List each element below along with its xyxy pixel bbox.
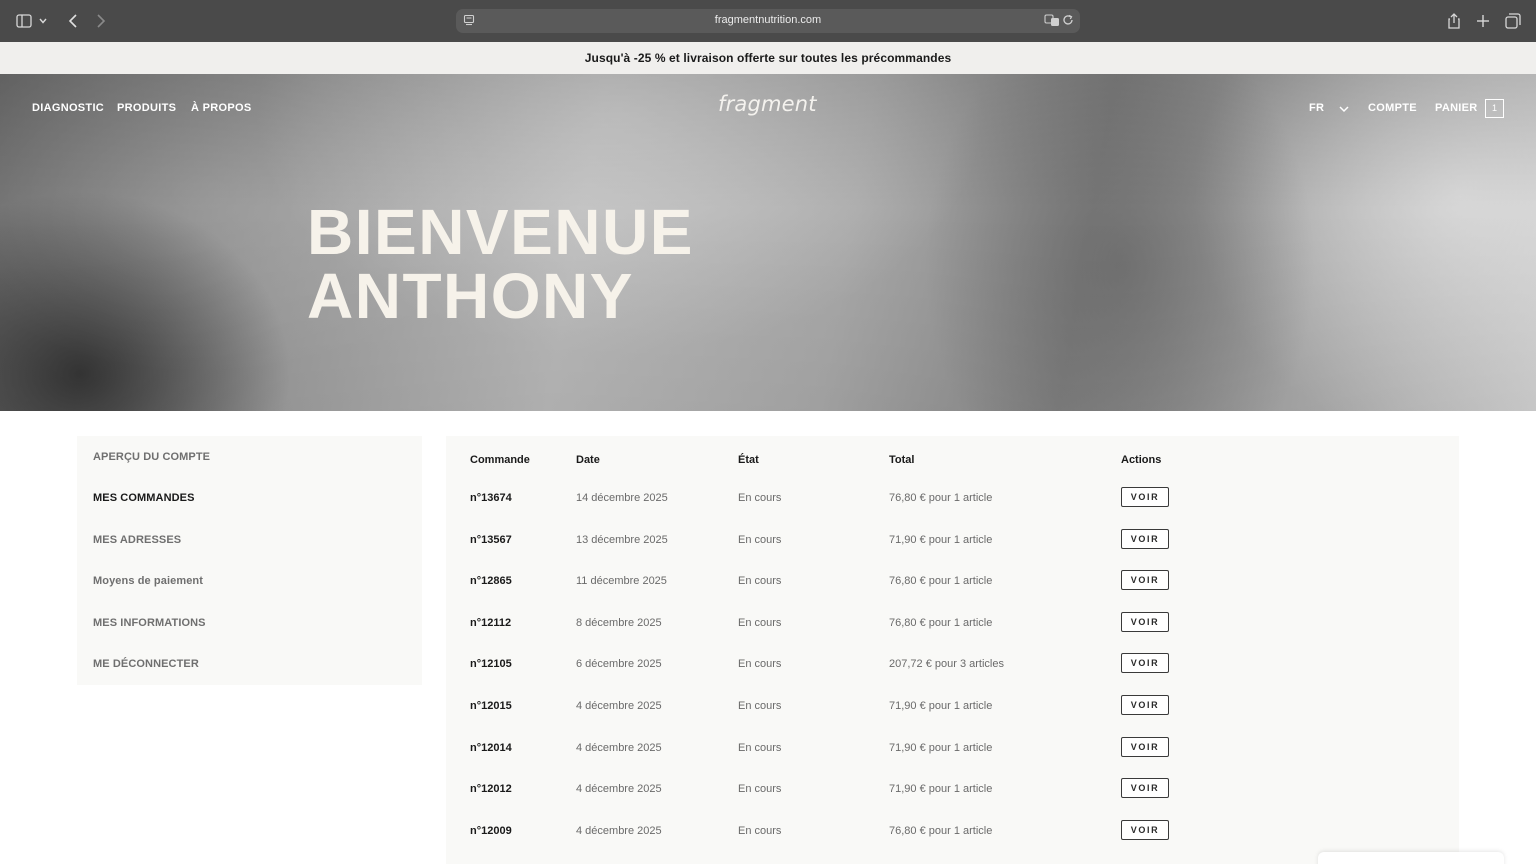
order-date: 14 décembre 2025 bbox=[576, 492, 668, 504]
order-total: 76,80 € pour 1 article bbox=[889, 617, 993, 629]
order-number[interactable]: n°12009 bbox=[470, 825, 512, 837]
orders-table: Commande Date État Total Actions n°13674… bbox=[446, 436, 1459, 864]
sidebar-icon[interactable] bbox=[14, 11, 34, 31]
order-total: 76,80 € pour 1 article bbox=[889, 825, 993, 837]
reload-icon[interactable] bbox=[1062, 13, 1078, 29]
order-total: 207,72 € pour 3 articles bbox=[889, 658, 1004, 670]
view-order-button[interactable]: VOIR bbox=[1121, 820, 1169, 840]
order-state: En cours bbox=[738, 742, 782, 754]
view-order-button[interactable]: VOIR bbox=[1121, 487, 1169, 507]
order-date: 13 décembre 2025 bbox=[576, 534, 668, 546]
address-bar[interactable]: fragmentnutrition.com bbox=[456, 9, 1080, 33]
order-total: 71,90 € pour 1 article bbox=[889, 534, 993, 546]
share-icon[interactable] bbox=[1444, 11, 1464, 31]
column-header-date: Date bbox=[576, 454, 600, 466]
view-order-button[interactable]: VOIR bbox=[1121, 653, 1169, 673]
back-icon[interactable] bbox=[63, 11, 83, 31]
chevron-down-icon[interactable] bbox=[37, 11, 49, 31]
hero-image-overlay bbox=[0, 74, 1536, 411]
view-order-button[interactable]: VOIR bbox=[1121, 737, 1169, 757]
sidebar-item-orders[interactable]: MES COMMANDES bbox=[93, 492, 195, 504]
order-total: 76,80 € pour 1 article bbox=[889, 575, 993, 587]
sidebar-item-payment-methods[interactable]: Moyens de paiement bbox=[93, 575, 203, 587]
order-state: En cours bbox=[738, 825, 782, 837]
nav-diagnostic[interactable]: DIAGNOSTIC bbox=[32, 102, 104, 114]
view-order-button[interactable]: VOIR bbox=[1121, 529, 1169, 549]
cart-link[interactable]: PANIER bbox=[1435, 102, 1478, 114]
order-state: En cours bbox=[738, 492, 782, 504]
browser-toolbar: fragmentnutrition.com bbox=[0, 0, 1536, 42]
order-number[interactable]: n°12865 bbox=[470, 575, 512, 587]
language-selector[interactable]: FR bbox=[1309, 102, 1324, 114]
column-header-total: Total bbox=[889, 454, 915, 466]
order-total: 71,90 € pour 1 article bbox=[889, 742, 993, 754]
chevron-down-icon[interactable] bbox=[1338, 102, 1350, 114]
order-date: 4 décembre 2025 bbox=[576, 742, 662, 754]
floating-widget[interactable] bbox=[1318, 852, 1504, 864]
order-date: 8 décembre 2025 bbox=[576, 617, 662, 629]
tabs-icon[interactable] bbox=[1503, 11, 1523, 31]
order-total: 76,80 € pour 1 article bbox=[889, 492, 993, 504]
sidebar-item-addresses[interactable]: MES ADRESSES bbox=[93, 534, 181, 546]
order-state: En cours bbox=[738, 617, 782, 629]
order-number[interactable]: n°12112 bbox=[470, 617, 511, 629]
new-tab-icon[interactable] bbox=[1473, 11, 1493, 31]
translate-icon[interactable] bbox=[1044, 13, 1060, 29]
order-state: En cours bbox=[738, 700, 782, 712]
nav-produits[interactable]: PRODUITS bbox=[117, 102, 176, 114]
account-link[interactable]: COMPTE bbox=[1368, 102, 1417, 114]
order-state: En cours bbox=[738, 783, 782, 795]
url-text[interactable]: fragmentnutrition.com bbox=[456, 14, 1080, 26]
order-number[interactable]: n°13674 bbox=[470, 492, 512, 504]
welcome-heading: BIENVENUE ANTHONY bbox=[307, 200, 694, 328]
column-header-actions: Actions bbox=[1121, 454, 1162, 466]
order-date: 11 décembre 2025 bbox=[576, 575, 667, 587]
order-state: En cours bbox=[738, 575, 782, 587]
order-total: 71,90 € pour 1 article bbox=[889, 700, 993, 712]
order-state: En cours bbox=[738, 658, 782, 670]
cart-count-badge[interactable]: 1 bbox=[1485, 99, 1504, 118]
welcome-line-2: ANTHONY bbox=[307, 260, 634, 332]
column-header-state: État bbox=[738, 454, 759, 466]
view-order-button[interactable]: VOIR bbox=[1121, 612, 1169, 632]
view-order-button[interactable]: VOIR bbox=[1121, 695, 1169, 715]
account-sidebar: APERÇU DU COMPTE MES COMMANDES MES ADRES… bbox=[77, 436, 422, 685]
order-number[interactable]: n°12105 bbox=[470, 658, 512, 670]
nav-a-propos[interactable]: À PROPOS bbox=[191, 102, 251, 114]
order-number[interactable]: n°13567 bbox=[470, 534, 512, 546]
order-number[interactable]: n°12012 bbox=[470, 783, 512, 795]
promo-banner: Jusqu'à -25 % et livraison offerte sur t… bbox=[0, 42, 1536, 74]
forward-icon[interactable] bbox=[91, 11, 111, 31]
order-date: 4 décembre 2025 bbox=[576, 825, 662, 837]
order-number[interactable]: n°12015 bbox=[470, 700, 512, 712]
sidebar-item-information[interactable]: MES INFORMATIONS bbox=[93, 617, 206, 629]
hero-banner: DIAGNOSTIC PRODUITS À PROPOS fragment FR… bbox=[0, 74, 1536, 411]
order-date: 6 décembre 2025 bbox=[576, 658, 662, 670]
view-order-button[interactable]: VOIR bbox=[1121, 778, 1169, 798]
order-state: En cours bbox=[738, 534, 782, 546]
welcome-line-1: BIENVENUE bbox=[307, 196, 694, 268]
sidebar-item-logout[interactable]: ME DÉCONNECTER bbox=[93, 658, 199, 670]
order-date: 4 décembre 2025 bbox=[576, 700, 662, 712]
order-total: 71,90 € pour 1 article bbox=[889, 783, 993, 795]
sidebar-item-account-overview[interactable]: APERÇU DU COMPTE bbox=[93, 451, 210, 463]
brand-logo[interactable]: fragment bbox=[718, 92, 817, 116]
order-date: 4 décembre 2025 bbox=[576, 783, 662, 795]
order-number[interactable]: n°12014 bbox=[470, 742, 512, 754]
view-order-button[interactable]: VOIR bbox=[1121, 570, 1169, 590]
column-header-order: Commande bbox=[470, 454, 530, 466]
